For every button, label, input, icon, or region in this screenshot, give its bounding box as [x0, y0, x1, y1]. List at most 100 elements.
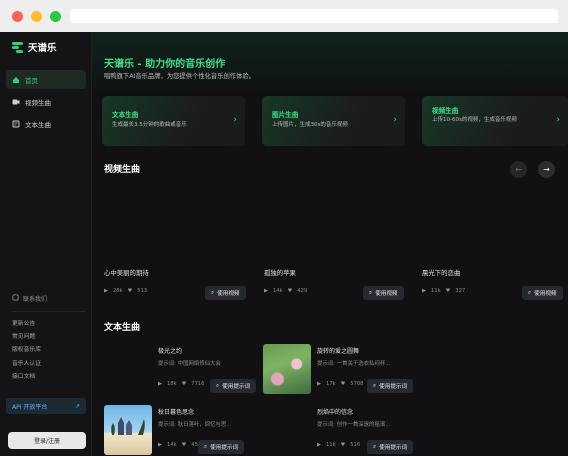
song-stats: ▶ 17k ♥ 5708: [317, 381, 363, 387]
use-icon: ⌕: [211, 289, 215, 296]
page-subtitle: 唱鸭旗下AI音乐品牌，为您提供个性化音乐创作体验。: [104, 73, 255, 80]
play-count: 28k: [113, 288, 123, 294]
use-prompt-label: 使用提示词: [222, 384, 251, 390]
feature-card-title: 文本生曲: [112, 111, 139, 119]
video-card[interactable]: 孤独的苹果 ▶ 14k ♥ 429 ⌕ 使用视频: [264, 268, 414, 308]
carousel-prev-button[interactable]: ←: [510, 161, 527, 178]
sidebar-link-updates[interactable]: 更新公告: [12, 318, 88, 331]
like-count: 7716: [191, 381, 205, 387]
use-icon: ⌕: [528, 289, 532, 296]
use-prompt-button[interactable]: ⌕ 使用提示词: [198, 440, 245, 454]
use-prompt-label: 使用提示词: [210, 445, 239, 451]
text-section-title: 文本生曲: [104, 323, 141, 333]
sidebar-link-faq[interactable]: 常见问题: [12, 331, 88, 344]
logo-text: 天谱乐: [28, 43, 57, 54]
video-stats: ▶ 28k ♥ 513: [104, 288, 147, 294]
carousel-next-button[interactable]: →: [538, 161, 555, 178]
song-title: 极光之约: [158, 348, 183, 355]
close-window-dot[interactable]: [12, 11, 23, 22]
video-section-title: 视频生曲: [104, 165, 141, 175]
use-video-label: 使用视频: [217, 291, 240, 297]
feature-card-image[interactable]: 图片生曲 上传图片，生成30s的音乐视频 ›: [262, 96, 405, 146]
play-icon: ▶: [317, 381, 321, 387]
play-count: 14k: [167, 442, 177, 448]
song-cover-image: [104, 405, 152, 455]
like-count: 429: [297, 288, 308, 294]
text-song-card[interactable]: 烈焰中的信念 提示词: 创作一首深邃的摇滚... ▶ 11k ♥ 516 ⌕ 使用提示…: [263, 405, 414, 456]
browser-chrome: [0, 0, 568, 32]
api-platform-link[interactable]: API 开放平台 ↗: [6, 398, 86, 414]
main-content: 天谱乐 - 助力你的音乐创作 唱鸭旗下AI音乐品牌，为您提供个性化音乐创作体验。…: [92, 32, 568, 456]
sidebar-item-text-to-music[interactable]: 文本生曲: [6, 114, 86, 133]
heart-icon: ♥: [340, 442, 346, 448]
video-stats: ▶ 11k ♥ 327: [422, 288, 465, 294]
play-count: 18k: [167, 381, 177, 387]
address-bar[interactable]: [70, 9, 558, 23]
use-prompt-button[interactable]: ⌕ 使用提示词: [210, 379, 257, 393]
text-song-card[interactable]: 秋日暮色思念 提示词: 秋日落叶，回忆与思... ▶ 14k ♥ 451 ⌕ 使用提示…: [104, 405, 254, 456]
sidebar-link-music-library[interactable]: 版权音乐库: [12, 344, 88, 357]
video-card[interactable]: 晨光下的恋曲 ▶ 11k ♥ 327 ⌕ 使用视频: [422, 268, 568, 308]
use-icon: ⌕: [204, 443, 208, 450]
sidebar-link-api-docs[interactable]: 接口文档: [12, 371, 88, 384]
feature-card-desc: 上传10-60s的视频，生成音乐视频: [432, 117, 517, 123]
maximize-window-dot[interactable]: [50, 11, 61, 22]
page-title: 天谱乐 - 助力你的音乐创作: [104, 59, 226, 70]
song-stats: ▶ 18k ♥ 7716: [158, 381, 204, 387]
use-video-label: 使用视频: [534, 291, 557, 297]
logo-icon: [12, 41, 23, 53]
play-count: 11k: [326, 442, 336, 448]
arrow-left-icon: ←: [515, 165, 522, 174]
play-icon: ▶: [264, 288, 268, 294]
song-stats: ▶ 11k ♥ 516: [317, 442, 360, 448]
text-song-card[interactable]: 旋转的爱之圆舞 提示词: 一首关于选衣私闷杯... ▶ 17k ♥ 5708 ⌕ 使用…: [263, 344, 414, 400]
contact-us-link[interactable]: 联系我们: [12, 294, 88, 303]
feature-card-desc: 上传图片，生成30s的音乐视频: [272, 122, 348, 128]
sidebar: 天谱乐 首页 视频生曲 文本生曲 联系我们 更新公告 常见问题 版权音乐库 音乐…: [0, 32, 92, 456]
song-prompt: 提示词: 创作一首深邃的摇滚...: [317, 422, 391, 428]
sidebar-link-artist-verification[interactable]: 音乐人认证: [12, 358, 88, 371]
use-icon: ⌕: [216, 382, 220, 389]
feature-card-text[interactable]: 文本生曲 生成最长3.5分钟的歌曲或音乐 ›: [102, 96, 245, 146]
contact-us-label: 联系我们: [23, 296, 48, 303]
song-title: 秋日暮色思念: [158, 409, 195, 416]
use-prompt-button[interactable]: ⌕ 使用提示词: [367, 379, 414, 393]
feature-cards: 文本生曲 生成最长3.5分钟的歌曲或音乐 › 图片生曲 上传图片，生成30s的音…: [102, 96, 568, 146]
logo[interactable]: 天谱乐: [12, 40, 57, 54]
use-icon: ⌕: [373, 443, 377, 450]
external-link-icon: ↗: [74, 402, 80, 410]
video-card[interactable]: 心中美丽的期待 ▶ 28k ♥ 513 ⌕ 使用视频: [104, 268, 254, 308]
play-count: 11k: [431, 288, 441, 294]
song-prompt: 提示词: 秋日落叶，回忆与思...: [158, 422, 232, 428]
play-icon: ▶: [158, 381, 162, 387]
song-prompt: 提示词: 一首关于选衣私闷杯...: [317, 361, 391, 367]
chevron-right-icon: ›: [556, 115, 560, 125]
use-video-button[interactable]: ⌕ 使用视频: [363, 286, 404, 300]
login-button[interactable]: 登录/注册: [8, 432, 86, 449]
song-prompt: 提示词: 中国网络修仙大会: [158, 361, 221, 367]
sidebar-nav: 首页 视频生曲 文本生曲: [6, 70, 86, 136]
sidebar-item-home[interactable]: 首页: [6, 70, 86, 89]
video-title: 晨光下的恋曲: [422, 269, 461, 277]
use-prompt-button[interactable]: ⌕ 使用提示词: [367, 440, 414, 454]
use-prompt-label: 使用提示词: [379, 384, 408, 390]
use-prompt-label: 使用提示词: [379, 445, 408, 451]
like-count: 516: [350, 442, 361, 448]
minimize-window-dot[interactable]: [31, 11, 42, 22]
song-stats: ▶ 14k ♥ 451: [158, 442, 201, 448]
video-title: 心中美丽的期待: [104, 269, 149, 277]
play-count: 14k: [273, 288, 283, 294]
play-icon: ▶: [422, 288, 426, 294]
feature-card-desc: 生成最长3.5分钟的歌曲或音乐: [112, 122, 187, 128]
sidebar-item-video-to-music[interactable]: 视频生曲: [6, 92, 86, 111]
text-song-card[interactable]: 极光之约 提示词: 中国网络修仙大会 ▶ 18k ♥ 7716 ⌕ 使用提示词: [104, 344, 257, 400]
api-platform-label: API 开放平台: [12, 403, 48, 411]
play-icon: ▶: [317, 442, 321, 448]
feature-card-video[interactable]: 视频生曲 上传10-60s的视频，生成音乐视频 ›: [422, 96, 568, 146]
play-icon: ▶: [104, 288, 108, 294]
sidebar-item-label: 文本生曲: [25, 120, 51, 129]
chevron-right-icon: ›: [233, 115, 237, 125]
song-title: 旋转的爱之圆舞: [317, 348, 360, 355]
use-video-button[interactable]: ⌕ 使用视频: [205, 286, 246, 300]
use-video-button[interactable]: ⌕ 使用视频: [522, 286, 563, 300]
